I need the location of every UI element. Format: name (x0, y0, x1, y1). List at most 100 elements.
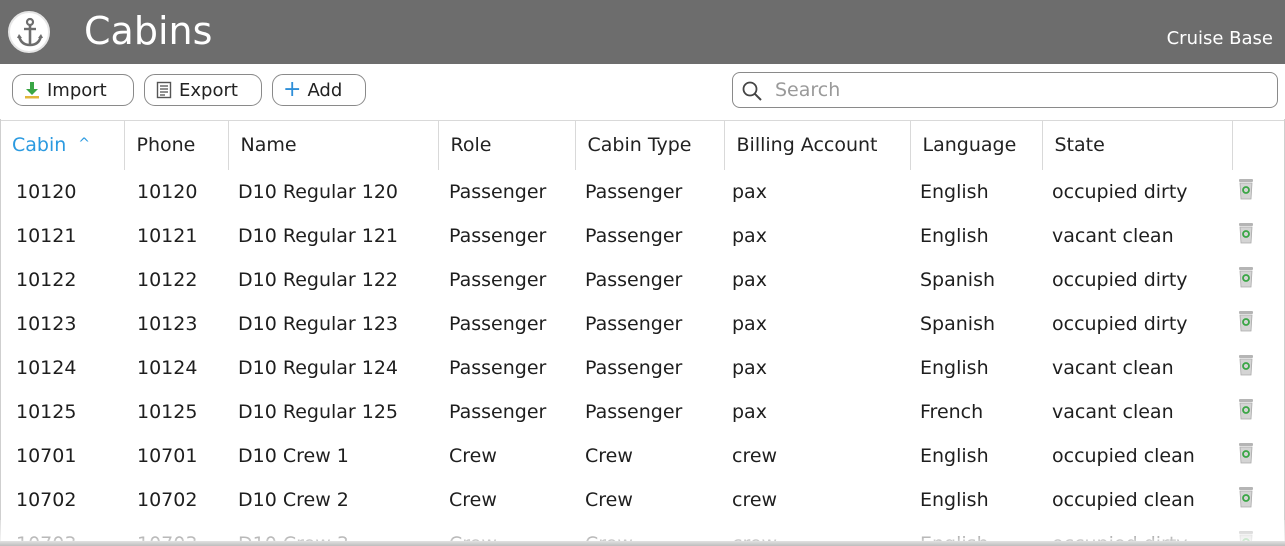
cell-cabin: 10124 (16, 356, 77, 379)
table-row[interactable]: 10125 10125 D10 Regular 125 Passenger Pa… (0, 390, 1285, 434)
cell-cabin-type: Crew (585, 488, 633, 511)
cell-language: English (920, 488, 989, 511)
cell-role: Passenger (449, 180, 547, 203)
cell-cabin: 10120 (16, 180, 77, 203)
cell-phone: 10124 (137, 356, 198, 379)
trash-icon[interactable] (1238, 399, 1254, 425)
table-row[interactable]: 10122 10122 D10 Regular 122 Passenger Pa… (0, 258, 1285, 302)
column-header-phone[interactable]: Phone (124, 120, 229, 170)
cell-cabin-type: Passenger (585, 312, 683, 335)
column-header-billing-account[interactable]: Billing Account (724, 120, 911, 170)
cell-phone: 10123 (137, 312, 198, 335)
cell-language: English (920, 180, 989, 203)
trash-icon[interactable] (1238, 179, 1254, 205)
table-row[interactable]: 10702 10702 D10 Crew 2 Crew Crew crew En… (0, 478, 1285, 522)
delete-cell (1232, 302, 1285, 346)
cell-billing-account: pax (732, 180, 767, 203)
cell-cabin-type: Passenger (585, 180, 683, 203)
cell-role: Passenger (449, 268, 547, 291)
cell-role: Crew (449, 488, 497, 511)
add-label: Add (307, 79, 343, 101)
trash-icon[interactable] (1238, 311, 1254, 337)
cell-name: D10 Crew 2 (238, 488, 349, 511)
cell-state: occupied dirty (1052, 312, 1188, 335)
cell-cabin: 10125 (16, 400, 77, 423)
trash-icon[interactable] (1238, 267, 1254, 293)
delete-cell (1232, 170, 1285, 214)
import-button[interactable]: Import (12, 74, 134, 106)
cell-cabin-type: Crew (585, 444, 633, 467)
search-icon (741, 80, 763, 106)
column-header-state[interactable]: State (1042, 120, 1233, 170)
export-button[interactable]: Export (144, 74, 262, 106)
cell-role: Passenger (449, 312, 547, 335)
cell-role: Passenger (449, 400, 547, 423)
cell-cabin: 10702 (16, 488, 77, 511)
cell-role: Crew (449, 444, 497, 467)
cell-billing-account: pax (732, 400, 767, 423)
column-header-name[interactable]: Name (228, 120, 439, 170)
delete-cell (1232, 346, 1285, 390)
cell-cabin-type: Passenger (585, 400, 683, 423)
trash-icon[interactable] (1238, 355, 1254, 381)
cell-billing-account: pax (732, 268, 767, 291)
cell-state: occupied clean (1052, 444, 1195, 467)
delete-cell (1232, 434, 1285, 478)
cell-phone: 10122 (137, 268, 198, 291)
cell-name: D10 Regular 121 (238, 224, 399, 247)
cell-state: vacant clean (1052, 400, 1174, 423)
cabins-table: Cabin ^ Phone Name Role Cabin Type Billin… (0, 120, 1285, 546)
cell-phone: 10702 (137, 488, 198, 511)
trash-icon[interactable] (1238, 223, 1254, 249)
table-row[interactable]: 10121 10121 D10 Regular 121 Passenger Pa… (0, 214, 1285, 258)
cell-billing-account: crew (732, 444, 778, 467)
table-row[interactable]: 10701 10701 D10 Crew 1 Crew Crew crew En… (0, 434, 1285, 478)
add-button[interactable]: + Add (272, 74, 366, 106)
cell-phone: 10125 (137, 400, 198, 423)
cell-name: D10 Crew 1 (238, 444, 349, 467)
table-header: Cabin ^ Phone Name Role Cabin Type Billin… (0, 120, 1285, 170)
cell-role: Passenger (449, 224, 547, 247)
cell-state: occupied dirty (1052, 268, 1188, 291)
cell-language: English (920, 356, 989, 379)
download-icon (23, 81, 41, 99)
table-row[interactable]: 10123 10123 D10 Regular 123 Passenger Pa… (0, 302, 1285, 346)
export-label: Export (179, 79, 238, 101)
cell-cabin: 10123 (16, 312, 77, 335)
cell-language: Spanish (920, 312, 996, 335)
anchor-icon (8, 11, 50, 53)
cell-cabin: 10122 (16, 268, 77, 291)
table-row[interactable]: 10124 10124 D10 Regular 124 Passenger Pa… (0, 346, 1285, 390)
cell-language: English (920, 224, 989, 247)
page-title: Cabins (84, 9, 213, 53)
cell-cabin: 10701 (16, 444, 77, 467)
delete-cell (1232, 478, 1285, 522)
cell-phone: 10701 (137, 444, 198, 467)
cell-billing-account: crew (732, 488, 778, 511)
app-name: Cruise Base (1166, 28, 1273, 49)
cell-role: Passenger (449, 356, 547, 379)
cell-billing-account: pax (732, 312, 767, 335)
table-row[interactable]: 10120 10120 D10 Regular 120 Passenger Pa… (0, 170, 1285, 214)
cell-billing-account: pax (732, 356, 767, 379)
cell-language: French (920, 400, 984, 423)
column-header-cabin-type[interactable]: Cabin Type (575, 120, 725, 170)
document-icon (155, 81, 173, 99)
trash-icon[interactable] (1238, 487, 1254, 513)
column-header-cabin[interactable]: Cabin ^ (0, 120, 125, 170)
cell-cabin-type: Passenger (585, 356, 683, 379)
cell-billing-account: pax (732, 224, 767, 247)
search-input[interactable] (775, 77, 1265, 103)
cell-cabin: 10121 (16, 224, 77, 247)
cell-phone: 10120 (137, 180, 198, 203)
cell-name: D10 Regular 122 (238, 268, 399, 291)
trash-icon[interactable] (1238, 443, 1254, 469)
cell-phone: 10121 (137, 224, 198, 247)
delete-cell (1232, 258, 1285, 302)
cell-language: English (920, 444, 989, 467)
toolbar: Import Export + Add (0, 64, 1285, 119)
column-header-role[interactable]: Role (438, 120, 576, 170)
column-header-actions (1232, 120, 1285, 170)
cell-state: vacant clean (1052, 356, 1174, 379)
column-header-language[interactable]: Language (910, 120, 1043, 170)
